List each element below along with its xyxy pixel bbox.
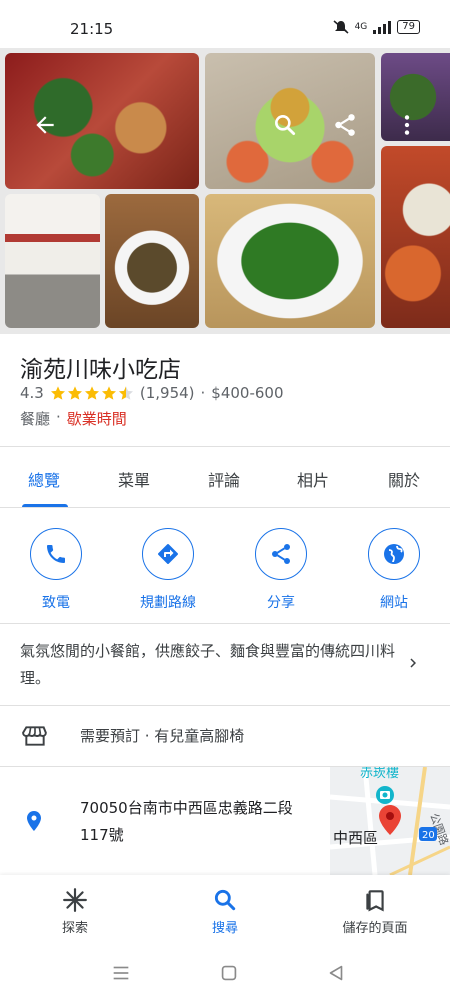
active-tab-indicator — [22, 504, 68, 507]
action-buttons: 致電 規劃路線 分享 網站 — [0, 528, 450, 624]
more-vert-icon — [404, 115, 410, 135]
rating-value: 4.3 — [20, 384, 44, 402]
search-icon — [214, 889, 236, 911]
status-time: 21:15 — [70, 20, 114, 38]
more-options-button[interactable] — [390, 108, 424, 142]
signal-icon — [373, 20, 392, 34]
menu-icon[interactable] — [110, 962, 132, 984]
separator: · — [56, 408, 61, 426]
tab-menu[interactable]: 菜單 — [118, 467, 150, 491]
call-button[interactable]: 致電 — [11, 528, 101, 612]
tab-overview[interactable]: 總覽 — [28, 467, 60, 491]
phone-icon — [47, 545, 65, 563]
place-name: 渝苑川味小吃店 — [20, 357, 181, 383]
price-range: $400-600 — [211, 384, 284, 402]
photo-shrimp-partial[interactable] — [381, 146, 450, 328]
amenities-row[interactable]: 需要預訂 · 有兒童高腳椅 — [0, 706, 450, 766]
star-rating — [50, 385, 134, 401]
star-full-icon — [50, 386, 65, 400]
star-full-icon — [84, 386, 99, 400]
photo-beef-dish[interactable] — [105, 194, 199, 328]
amenities-text: 需要預訂 · 有兒童高腳椅 — [80, 727, 245, 745]
tab-about[interactable]: 關於 — [388, 467, 420, 491]
star-full-icon — [67, 386, 82, 400]
nav-saved[interactable]: 儲存的頁面 — [315, 887, 435, 936]
nav-explore[interactable]: 探索 — [15, 887, 135, 936]
place-description[interactable]: 氣氛悠閒的小餐館，供應餃子、麵食與豐富的傳統四川料理。 — [20, 638, 400, 692]
hours-status[interactable]: 歇業時間 — [67, 408, 127, 429]
system-navigation — [0, 950, 450, 1000]
review-count: (1,954) — [139, 384, 195, 402]
call-circle[interactable] — [30, 528, 82, 580]
directions-icon — [158, 544, 178, 564]
nav-search[interactable]: 搜尋 — [165, 887, 285, 936]
network-type: 4G — [354, 22, 368, 32]
status-bar: 21:15 4G 79 — [0, 0, 450, 48]
tab-bar: 總覽 菜單 評論 相片 關於 — [0, 446, 450, 508]
photo-stir-fried-greens[interactable] — [205, 194, 375, 328]
arrow-left-icon — [36, 116, 54, 134]
separator: · — [200, 384, 206, 402]
star-half-icon — [118, 386, 133, 400]
share-top-button[interactable] — [328, 108, 362, 142]
nav-explore-label: 探索 — [61, 921, 88, 936]
back-button[interactable] — [28, 108, 62, 142]
map-graphic: 赤崁樓 中西區 公園路 20 — [330, 767, 450, 875]
share-icon — [272, 544, 290, 564]
tab-reviews[interactable]: 評論 — [208, 467, 240, 491]
search-button[interactable] — [268, 108, 302, 142]
category-row: 餐廳 · 歇業時間 — [20, 408, 127, 429]
nav-search-label: 搜尋 — [211, 921, 238, 936]
map-thumbnail[interactable]: 赤崁樓 中西區 公園路 20 — [330, 767, 450, 875]
photo-dining-room[interactable] — [5, 194, 100, 328]
globe-icon — [384, 544, 404, 564]
website-button[interactable]: 網站 — [349, 528, 439, 612]
star-full-icon — [101, 386, 116, 400]
map-road-number: 20 — [422, 830, 435, 841]
directions-label: 規劃路線 — [140, 595, 196, 611]
search-icon — [275, 115, 296, 136]
tab-photos[interactable]: 相片 — [297, 467, 329, 491]
address-row[interactable]: 70050台南市中西區忠義路二段117號 赤崁樓 中西區 公園路 20 — [0, 767, 450, 875]
website-circle[interactable] — [368, 528, 420, 580]
back-triangle-icon[interactable] — [325, 962, 347, 984]
share-icon — [335, 114, 355, 136]
battery-indicator: 79 — [397, 20, 420, 34]
website-label: 網站 — [380, 595, 408, 611]
bottom-navigation: 探索 搜尋 儲存的頁面 — [0, 875, 450, 950]
home-icon[interactable] — [218, 962, 240, 984]
status-icons: 4G 79 — [333, 20, 420, 34]
mute-icon — [333, 20, 349, 34]
divider — [0, 623, 450, 624]
share-button[interactable]: 分享 — [236, 528, 326, 612]
explore-icon — [63, 888, 87, 912]
chevron-right-icon[interactable] — [404, 654, 422, 672]
bookmarks-icon — [366, 890, 384, 912]
category: 餐廳 — [20, 410, 51, 428]
share-circle[interactable] — [255, 528, 307, 580]
storefront-icon — [22, 726, 47, 746]
share-label: 分享 — [267, 595, 295, 611]
nav-saved-label: 儲存的頁面 — [342, 921, 408, 936]
rating-row[interactable]: 4.3 (1,954) · $400-600 — [20, 384, 284, 402]
address-text: 70050台南市中西區忠義路二段117號 — [80, 799, 293, 844]
directions-circle[interactable] — [142, 528, 194, 580]
map-label-district: 中西區 — [333, 829, 378, 847]
location-pin-icon — [27, 811, 41, 831]
map-label-landmark: 赤崁樓 — [360, 767, 399, 781]
directions-button[interactable]: 規劃路線 — [123, 528, 213, 612]
call-label: 致電 — [42, 595, 70, 611]
photo-gallery[interactable] — [0, 48, 450, 334]
